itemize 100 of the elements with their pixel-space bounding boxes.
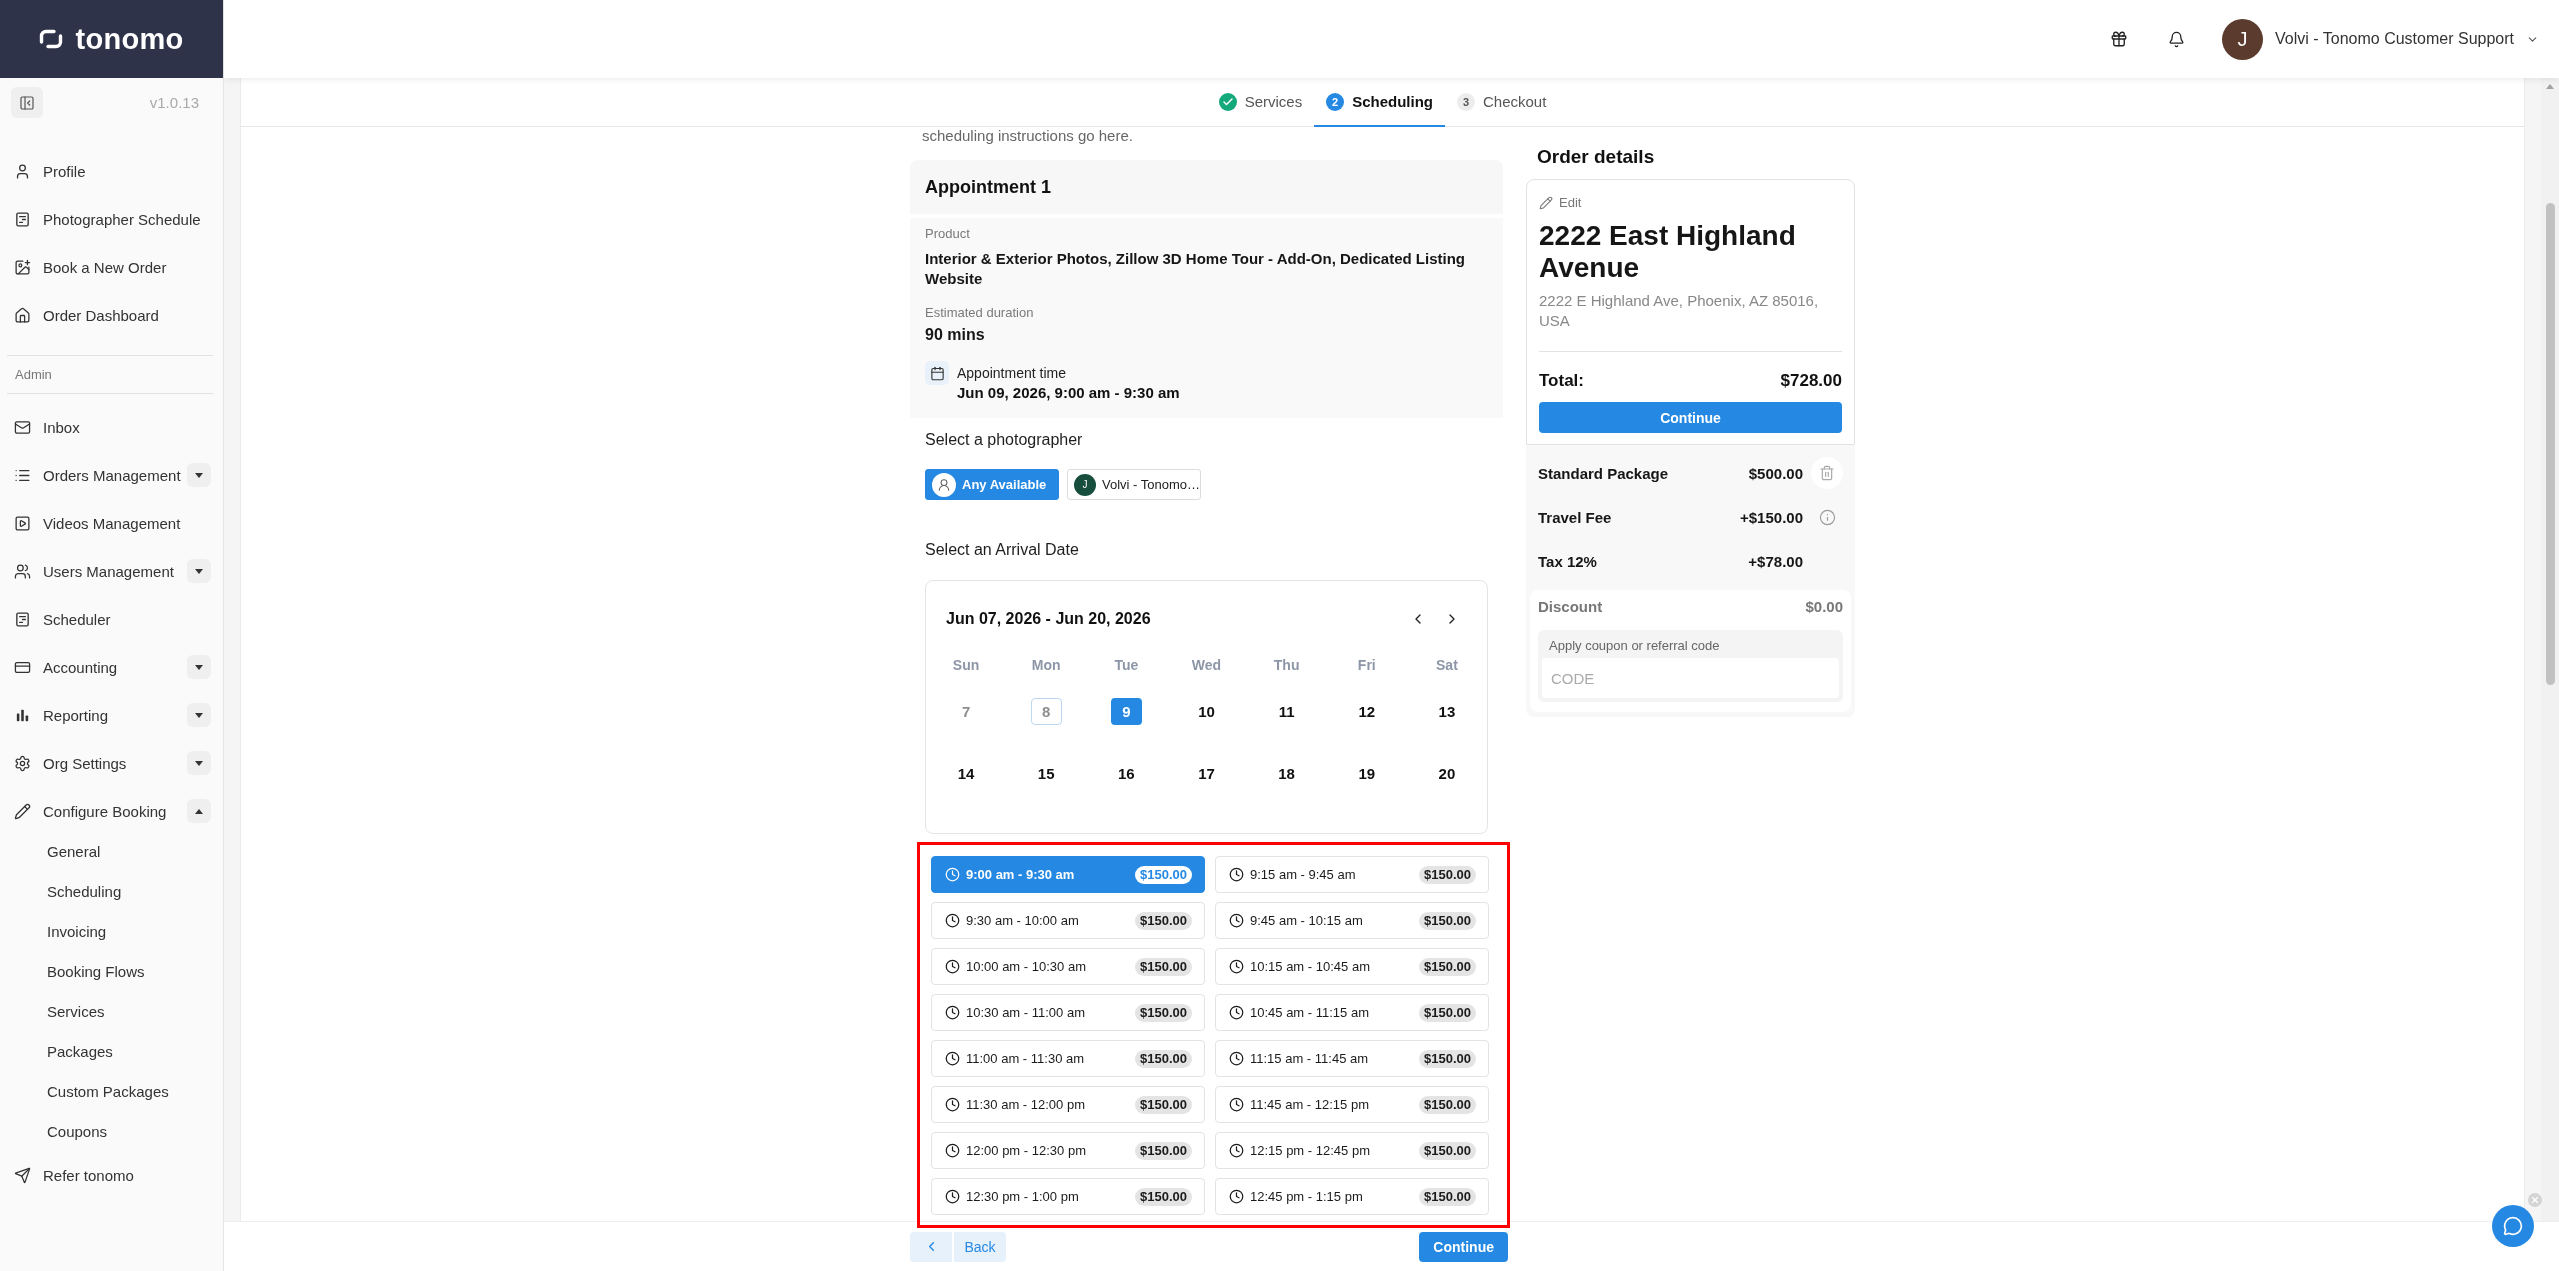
caret-down-icon xyxy=(195,664,203,670)
price-badge: $150.00 xyxy=(1419,911,1476,930)
nav-subitem[interactable]: Coupons xyxy=(0,1111,223,1151)
price-badge: $150.00 xyxy=(1419,1003,1476,1022)
price-badge: $150.00 xyxy=(1135,1049,1192,1068)
appointment-header: Appointment 1 xyxy=(910,160,1503,214)
send-icon xyxy=(14,1166,31,1184)
avatar[interactable]: J xyxy=(2222,18,2264,60)
calendar-day[interactable]: 11 xyxy=(1271,698,1303,725)
step-tab[interactable]: 2 Scheduling xyxy=(1314,78,1445,127)
clock-icon xyxy=(1229,1097,1244,1112)
mail-icon xyxy=(14,418,31,436)
expand-button[interactable] xyxy=(187,703,211,727)
continue-button[interactable]: Continue xyxy=(1419,1231,1508,1262)
calendar-day[interactable]: 18 xyxy=(1271,760,1303,787)
weekday-label: Thu xyxy=(1273,656,1300,674)
time-slot[interactable]: 12:45 pm - 1:15 pm $150.00 xyxy=(1215,1178,1489,1215)
caret-down-icon xyxy=(195,712,203,718)
time-slot[interactable]: 9:30 am - 10:00 am $150.00 xyxy=(931,902,1205,939)
field-label: Product xyxy=(925,226,971,242)
nav-subitem[interactable]: Invoicing xyxy=(0,911,223,951)
logo-text: tonomo xyxy=(75,22,184,56)
nav-item[interactable]: Accounting xyxy=(0,643,187,691)
expand-button[interactable] xyxy=(187,655,211,679)
time-slot[interactable]: 11:00 am - 11:30 am $150.00 xyxy=(931,1040,1205,1077)
nav-item[interactable]: Book a New Order xyxy=(0,243,211,291)
time-slot[interactable]: 12:30 pm - 1:00 pm $150.00 xyxy=(931,1178,1205,1215)
clock-icon xyxy=(945,867,960,882)
nav-item[interactable]: Org Settings xyxy=(0,739,187,787)
nav-item[interactable]: Inbox xyxy=(0,403,211,451)
coupon-field[interactable]: CODE xyxy=(1542,658,1839,698)
calendar-day[interactable]: 17 xyxy=(1191,760,1222,787)
calendar-day[interactable]: 13 xyxy=(1431,698,1463,725)
users-icon xyxy=(14,562,31,580)
line-item-label: Travel Fee xyxy=(1538,508,1613,526)
photographer-option[interactable]: J Volvi - Tonomo… xyxy=(1067,469,1201,500)
clock-icon xyxy=(1229,867,1244,882)
price-badge: $150.00 xyxy=(1419,957,1476,976)
step-number: 2 xyxy=(1326,92,1345,111)
calendar-day[interactable]: 14 xyxy=(950,760,982,787)
step-tab[interactable]: Services xyxy=(1206,78,1315,127)
caret-down-icon xyxy=(195,568,203,574)
nav-item[interactable]: Videos Management xyxy=(0,499,211,547)
time-slot[interactable]: 11:30 am - 12:00 pm $150.00 xyxy=(931,1086,1205,1123)
calendar-day[interactable]: 12 xyxy=(1351,698,1383,725)
user-name[interactable]: Volvi - Tonomo Customer Support xyxy=(2275,30,2514,48)
calendar-day[interactable]: 10 xyxy=(1191,698,1222,725)
continue-button[interactable]: Continue xyxy=(1539,402,1842,433)
expand-button[interactable] xyxy=(187,559,211,583)
photographer-option[interactable]: Any Available xyxy=(925,469,1059,500)
time-slot[interactable]: 11:45 am - 12:15 pm $150.00 xyxy=(1215,1086,1489,1123)
version-label: v1.0.13 xyxy=(149,94,199,111)
expand-button[interactable] xyxy=(187,799,211,823)
nav-item[interactable]: Reporting xyxy=(0,691,187,739)
expand-button[interactable] xyxy=(187,751,211,775)
price-badge: $150.00 xyxy=(1135,1141,1192,1160)
scrollbar-thumb[interactable] xyxy=(2545,203,2555,685)
info-icon[interactable] xyxy=(1818,508,1836,526)
calendar-day[interactable]: 20 xyxy=(1431,760,1463,787)
time-slot[interactable]: 12:15 pm - 12:45 pm $150.00 xyxy=(1215,1132,1489,1169)
edit-link[interactable]: Edit xyxy=(1539,194,1582,212)
step-tab[interactable]: 3 Checkout xyxy=(1445,78,1559,127)
nav-item[interactable]: Scheduler xyxy=(0,595,211,643)
weekday-label: Sat xyxy=(1436,656,1458,674)
nav-item[interactable]: Order Dashboard xyxy=(0,291,211,339)
nav-subitem[interactable]: Services xyxy=(0,991,223,1031)
caret-down-icon xyxy=(195,472,203,478)
section-heading: Select an Arrival Date xyxy=(925,540,1080,560)
calendar-day[interactable]: 19 xyxy=(1351,760,1383,787)
nav-item[interactable]: Profile xyxy=(0,147,211,195)
time-slot[interactable]: 10:00 am - 10:30 am $150.00 xyxy=(931,948,1205,985)
nav-item[interactable]: Refer tonomo xyxy=(0,1151,211,1199)
time-slot[interactable]: 11:15 am - 11:45 am $150.00 xyxy=(1215,1040,1489,1077)
total-label: Total: xyxy=(1539,370,1584,392)
expand-button[interactable] xyxy=(187,463,211,487)
nav-item[interactable]: Users Management xyxy=(0,547,187,595)
nav-subitem[interactable]: Scheduling xyxy=(0,871,223,911)
caret-up-icon xyxy=(195,808,203,814)
weekday-label: Mon xyxy=(1031,656,1061,674)
calendar-day[interactable]: 9 xyxy=(1110,698,1142,725)
nav-subitem[interactable]: Packages xyxy=(0,1031,223,1071)
nav-item[interactable]: Photographer Schedule xyxy=(0,195,211,243)
time-slot[interactable]: 10:15 am - 10:45 am $150.00 xyxy=(1215,948,1489,985)
calendar-day[interactable]: 16 xyxy=(1110,760,1142,787)
collapse-sidebar-button[interactable] xyxy=(11,87,43,118)
nav-subitem[interactable]: Custom Packages xyxy=(0,1071,223,1111)
time-slot[interactable]: 10:45 am - 11:15 am $150.00 xyxy=(1215,994,1489,1031)
nav-subitem[interactable]: Booking Flows xyxy=(0,951,223,991)
time-slot[interactable]: 9:45 am - 10:15 am $150.00 xyxy=(1215,902,1489,939)
time-slot[interactable]: 9:15 am - 9:45 am $150.00 xyxy=(1215,856,1489,893)
time-slot[interactable]: 9:00 am - 9:30 am $150.00 xyxy=(931,856,1205,893)
weekday-label: Sun xyxy=(952,656,980,674)
list-square-icon xyxy=(14,210,31,228)
pencil-icon xyxy=(1539,196,1553,210)
calendar-day[interactable]: 15 xyxy=(1030,760,1062,787)
time-slot[interactable]: 12:00 pm - 12:30 pm $150.00 xyxy=(931,1132,1205,1169)
total-amount: $728.00 xyxy=(1780,370,1842,392)
nav-item[interactable]: Orders Management xyxy=(0,451,187,499)
time-slot[interactable]: 10:30 am - 11:00 am $150.00 xyxy=(931,994,1205,1031)
panel-left-icon xyxy=(19,94,35,111)
